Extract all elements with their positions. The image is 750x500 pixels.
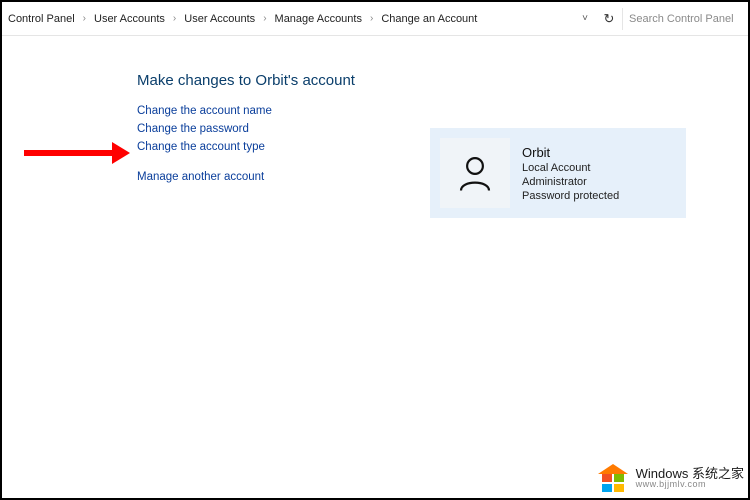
breadcrumb: Control Panel › User Accounts › User Acc… bbox=[6, 13, 574, 25]
avatar bbox=[440, 138, 510, 208]
watermark-url: www.bjjmlv.com bbox=[636, 480, 744, 489]
chevron-right-icon: › bbox=[259, 13, 270, 24]
main-content: Make changes to Orbit's account Change t… bbox=[2, 36, 748, 183]
account-card[interactable]: Orbit Local Account Administrator Passwo… bbox=[430, 128, 686, 218]
account-type: Local Account bbox=[522, 162, 619, 174]
watermark-logo-icon bbox=[596, 464, 630, 492]
chevron-down-icon[interactable]: ˅ bbox=[574, 13, 596, 24]
window-frame: Control Panel › User Accounts › User Acc… bbox=[0, 0, 750, 500]
refresh-icon[interactable]: ↻ bbox=[596, 11, 622, 27]
account-details: Orbit Local Account Administrator Passwo… bbox=[522, 145, 619, 202]
breadcrumb-item-user-accounts-1[interactable]: User Accounts bbox=[92, 13, 167, 25]
account-protection: Password protected bbox=[522, 190, 619, 202]
link-change-account-name[interactable]: Change the account name bbox=[137, 105, 748, 117]
chevron-right-icon: › bbox=[169, 13, 180, 24]
chevron-right-icon: › bbox=[79, 13, 90, 24]
breadcrumb-item-change-account[interactable]: Change an Account bbox=[379, 13, 479, 25]
page-title: Make changes to Orbit's account bbox=[2, 72, 748, 89]
breadcrumb-item-user-accounts-2[interactable]: User Accounts bbox=[182, 13, 257, 25]
breadcrumb-item-manage-accounts[interactable]: Manage Accounts bbox=[273, 13, 364, 25]
chevron-right-icon: › bbox=[366, 13, 377, 24]
address-bar: Control Panel › User Accounts › User Acc… bbox=[2, 2, 748, 36]
search-input[interactable]: Search Control Panel bbox=[622, 8, 744, 30]
breadcrumb-item-control-panel[interactable]: Control Panel bbox=[6, 13, 77, 25]
watermark: Windows 系统之家 www.bjjmlv.com bbox=[596, 464, 744, 492]
account-role: Administrator bbox=[522, 176, 619, 188]
user-icon bbox=[454, 152, 496, 194]
account-name: Orbit bbox=[522, 145, 619, 160]
